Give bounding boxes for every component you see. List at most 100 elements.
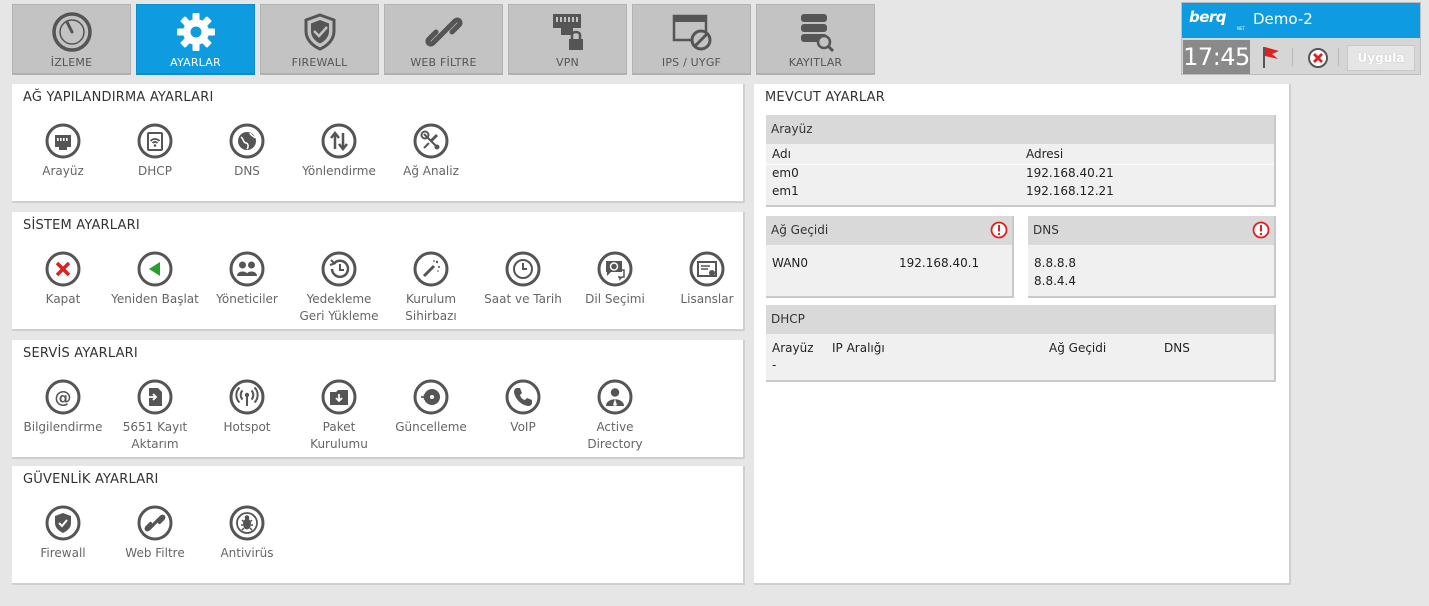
item-dns[interactable]: DNS	[202, 122, 292, 180]
item-arayuz[interactable]: Arayüz	[18, 122, 108, 180]
item-label: Kurulum Sihirbazı	[405, 292, 457, 323]
package-install-icon	[321, 379, 357, 415]
alert-icon[interactable]	[1252, 221, 1270, 239]
item-label: Arayüz	[42, 164, 84, 178]
item-label: Yeniden Başlat	[111, 292, 199, 306]
divider	[766, 164, 1274, 165]
item-lisanslar[interactable]: Lisanslar	[662, 250, 752, 308]
link-icon	[137, 505, 173, 541]
item-voip[interactable]: VoIP	[478, 378, 568, 436]
security-settings-panel: GÜVENLİK AYARLARI Firewall Web Filtre An…	[12, 466, 745, 585]
brand-logo-sub: NET	[1237, 26, 1245, 31]
box-title-text: Ağ Geçidi	[771, 223, 829, 237]
item-ag-analiz[interactable]: Ağ Analiz	[386, 122, 476, 180]
phone-icon	[505, 379, 541, 415]
panel-title: MEVCUT AYARLAR	[765, 90, 885, 105]
interface-name: em0	[772, 166, 799, 180]
dhcp-box: DHCP Arayüz IP Aralığı Ağ Geçidi DNS -	[766, 305, 1276, 382]
tab-kayitlar[interactable]: KAYITLAR	[756, 4, 875, 75]
routing-arrows-icon	[321, 123, 357, 159]
item-guncelleme[interactable]: Güncelleme	[386, 378, 476, 436]
item-hotspot[interactable]: Hotspot	[202, 378, 292, 436]
tab-label: VPN	[556, 56, 579, 69]
apply-button[interactable]: Uygula	[1347, 45, 1415, 71]
item-paket-kurulumu[interactable]: Paket Kurulumu	[294, 378, 384, 453]
item-label: Kapat	[45, 292, 81, 306]
item-yoneticiler[interactable]: Yöneticiler	[202, 250, 292, 308]
item-bilgilendirme[interactable]: @ Bilgilendirme	[18, 378, 108, 436]
tab-firewall[interactable]: FIREWALL	[260, 4, 379, 75]
box-title: Arayüz	[766, 115, 1274, 144]
svg-text:@: @	[55, 388, 72, 408]
at-sign-icon: @	[45, 379, 81, 415]
gear-icon	[176, 13, 215, 51]
active-directory-icon	[597, 379, 633, 415]
item-label: Hotspot	[223, 420, 271, 434]
device-status-box: berq NET Demo-2 17:45 Uygula	[1181, 2, 1421, 75]
tab-web-filtre[interactable]: WEB FİLTRE	[384, 4, 503, 75]
item-kapat[interactable]: Kapat	[18, 250, 108, 308]
item-kurulum-sihirbazi[interactable]: Kurulum Sihirbazı	[386, 250, 476, 325]
backup-restore-icon	[321, 251, 357, 287]
interface-box: Arayüz Adı Adresi em0 192.168.40.21 em1 …	[766, 115, 1276, 207]
item-label: Firewall	[40, 546, 86, 560]
item-label: DHCP	[138, 164, 172, 178]
interface-name: em1	[772, 184, 799, 198]
col-interface-header: Arayüz	[772, 341, 814, 355]
gateway-box: Ağ Geçidi WAN0 192.168.40.1	[766, 216, 1014, 298]
item-dhcp[interactable]: DHCP	[110, 122, 200, 180]
tab-label: IPS / UYGF	[661, 56, 722, 69]
item-web-filtre[interactable]: Web Filtre	[110, 504, 200, 562]
tab-vpn[interactable]: VPN	[508, 4, 627, 75]
item-label: VoIP	[510, 420, 536, 434]
box-title: DNS	[1028, 216, 1274, 245]
gauge-icon	[51, 12, 92, 52]
item-antivirus[interactable]: Antivirüs	[202, 504, 292, 562]
item-saat-ve-tarih[interactable]: Saat ve Tarih	[478, 250, 568, 308]
document-export-icon	[137, 379, 173, 415]
alert-icon[interactable]	[990, 221, 1008, 239]
clock-icon	[505, 251, 541, 287]
item-5651-kayit-aktarim[interactable]: 5651 Kayıt Aktarım	[110, 378, 200, 453]
tab-label: AYARLAR	[170, 56, 221, 69]
panel-title: SİSTEM AYARLARI	[23, 218, 140, 233]
dhcp-interface-value: -	[772, 358, 777, 372]
cancel-icon[interactable]	[1307, 47, 1329, 69]
tab-ips-uygf[interactable]: IPS / UYGF	[632, 4, 751, 75]
service-settings-panel: SERVİS AYARLARI @ Bilgilendirme 5651 Kay…	[12, 340, 745, 459]
item-active-directory[interactable]: Active Directory	[570, 378, 660, 453]
dhcp-icon	[137, 123, 173, 159]
dns-server: 8.8.8.8	[1034, 256, 1076, 270]
item-label: Yönlendirme	[302, 164, 376, 178]
item-label: Bilgilendirme	[23, 420, 103, 434]
tab-label: KAYITLAR	[788, 56, 843, 69]
item-yonlendirme[interactable]: Yönlendirme	[294, 122, 384, 180]
item-dil-secimi[interactable]: Dil Seçimi	[570, 250, 660, 308]
flag-icon[interactable]	[1260, 44, 1282, 70]
box-title: DHCP	[766, 305, 1274, 334]
tab-ayarlar[interactable]: AYARLAR	[136, 4, 255, 75]
tab-izleme[interactable]: İZLEME	[12, 4, 131, 75]
update-disc-icon	[413, 379, 449, 415]
globe-icon	[229, 123, 265, 159]
item-label: Dil Seçimi	[585, 292, 645, 306]
divider	[1338, 48, 1339, 66]
panel-title: GÜVENLİK AYARLARI	[23, 472, 159, 487]
users-icon	[229, 251, 265, 287]
clock: 17:45	[1183, 40, 1250, 74]
col-address-header: Adresi	[1026, 147, 1064, 161]
license-certificate-icon	[689, 251, 725, 287]
item-label: Saat ve Tarih	[484, 292, 562, 306]
item-label: DNS	[234, 164, 260, 178]
item-yeniden-baslat[interactable]: Yeniden Başlat	[110, 250, 200, 308]
tab-label: WEB FİLTRE	[410, 56, 477, 69]
interface-address: 192.168.12.21	[1026, 184, 1114, 198]
language-icon	[597, 251, 633, 287]
dns-box: DNS 8.8.8.8 8.8.4.4	[1028, 216, 1276, 298]
item-firewall[interactable]: Firewall	[18, 504, 108, 562]
item-yedekleme[interactable]: Yedekleme Geri Yükleme	[294, 250, 384, 325]
item-label: Yöneticiler	[216, 292, 278, 306]
item-label: Ağ Analiz	[403, 164, 459, 178]
shield-icon	[304, 13, 335, 51]
tab-label: İZLEME	[50, 56, 93, 69]
